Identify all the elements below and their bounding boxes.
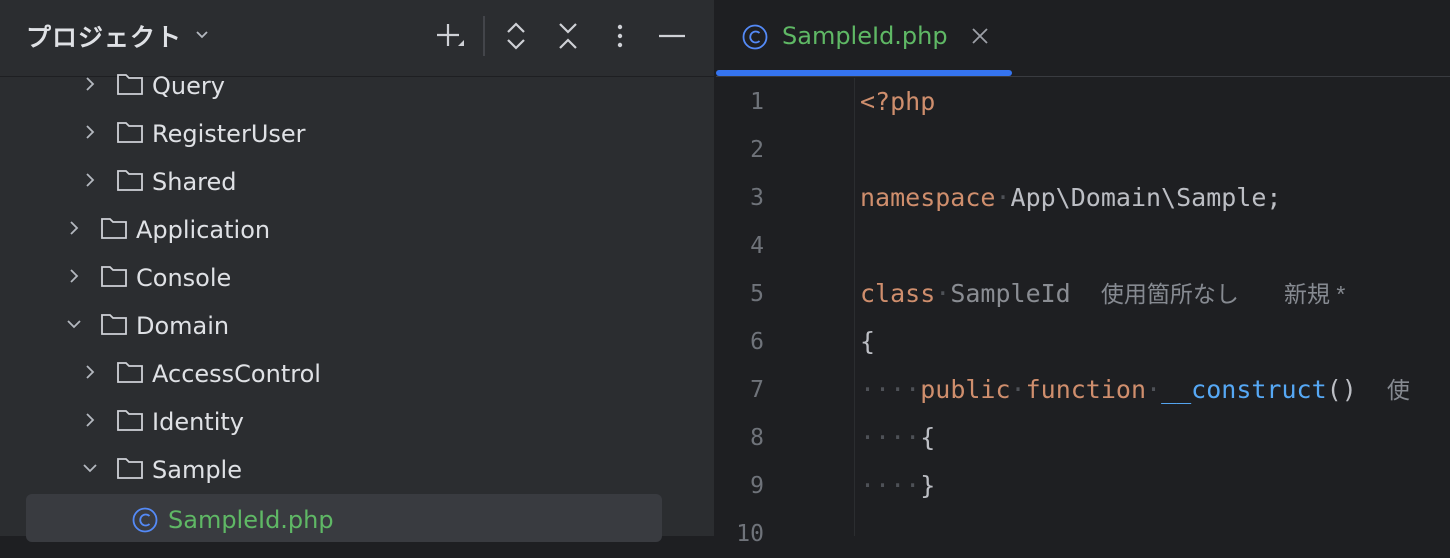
tab-sampleid-php[interactable]: SampleId.php [716, 0, 1012, 76]
folder-icon [101, 266, 127, 287]
chevron-right-icon[interactable] [82, 124, 98, 140]
tree-item-application[interactable]: Application [26, 208, 662, 256]
close-icon[interactable] [970, 26, 990, 46]
chevron-right-icon[interactable] [82, 76, 98, 92]
folder-icon [117, 458, 143, 479]
tree-item-label: SampleId.php [168, 506, 334, 534]
folder-icon [101, 218, 127, 239]
line-number: 10 [736, 521, 764, 547]
chevron-right-icon[interactable] [66, 220, 82, 236]
code-line[interactable]: namespace·App\Domain\Sample; [860, 174, 1281, 222]
chevron-right-icon[interactable] [82, 364, 98, 380]
code-line[interactable]: <?php [860, 78, 935, 126]
tree-item-shared[interactable]: Shared [26, 160, 662, 208]
line-number: 6 [750, 329, 764, 355]
tree-item-label: Console [136, 264, 232, 292]
chevron-right-icon[interactable] [82, 172, 98, 188]
expand-all-icon[interactable] [500, 20, 532, 52]
collapse-all-icon[interactable] [552, 20, 584, 52]
chevron-right-icon[interactable] [66, 268, 82, 284]
folder-icon [117, 170, 143, 191]
toolbar-divider [483, 16, 485, 56]
tree-item-label: Query [152, 72, 225, 100]
project-panel: プロジェクト Query RegisterUser Shared Applica… [0, 0, 714, 542]
folder-icon [117, 74, 143, 95]
tree-item-query[interactable]: Query [26, 64, 662, 112]
tree-item-sampleid-php[interactable]: SampleId.php [26, 494, 662, 542]
tree-item-label: RegisterUser [152, 120, 306, 148]
chevron-down-icon[interactable] [66, 316, 82, 332]
project-title[interactable]: プロジェクト [26, 18, 182, 54]
tree-item-label: Shared [152, 168, 237, 196]
active-tab-indicator [716, 70, 1012, 76]
code-line[interactable]: class·SampleId 使用箇所なし 新規 * [860, 270, 1345, 318]
usage-hint[interactable]: 使 [1387, 377, 1410, 403]
tree-item-label: Domain [136, 312, 230, 340]
folder-icon [101, 314, 127, 335]
tree-item-label: Application [136, 216, 271, 244]
line-number: 5 [750, 281, 764, 307]
tree-item-accesscontrol[interactable]: AccessControl [26, 352, 662, 400]
code-line[interactable]: { [860, 318, 875, 366]
line-number: 2 [750, 137, 764, 163]
tree-item-label: AccessControl [152, 360, 321, 388]
php-class-icon [742, 24, 768, 50]
line-number-gutter: 1 2 3 4 5 6 7 8 9 10 [716, 78, 855, 547]
tree-item-registeruser[interactable]: RegisterUser [26, 112, 662, 160]
tree-item-identity[interactable]: Identity [26, 400, 662, 448]
tree-item-label: Identity [152, 408, 244, 436]
line-number: 4 [750, 233, 764, 259]
line-number: 1 [750, 89, 764, 115]
tab-label: SampleId.php [782, 22, 948, 50]
code-line[interactable]: ····{ [860, 414, 935, 462]
line-number: 7 [750, 377, 764, 403]
line-number: 3 [750, 185, 764, 211]
tree-item-console[interactable]: Console [26, 256, 662, 304]
tree-item-sample[interactable]: Sample [26, 448, 662, 496]
line-number: 8 [750, 425, 764, 451]
tree-item-label: Sample [152, 456, 242, 484]
more-icon[interactable] [604, 20, 636, 52]
minimize-icon[interactable] [656, 20, 688, 52]
php-class-icon [132, 507, 158, 533]
usage-hint[interactable]: 使用箇所なし [1101, 281, 1239, 307]
line-number: 9 [750, 473, 764, 499]
chevron-right-icon[interactable] [82, 412, 98, 428]
code-line[interactable]: ····} [860, 462, 935, 510]
chevron-down-icon[interactable] [82, 460, 98, 476]
author-hint[interactable]: 新規 * [1284, 281, 1345, 307]
code-line[interactable]: ····public·function·__construct() 使 [860, 366, 1410, 414]
folder-icon [117, 362, 143, 383]
editor-tab-bar: SampleId.php [716, 0, 1450, 77]
folder-icon [117, 122, 143, 143]
chevron-down-icon[interactable] [194, 27, 210, 43]
folder-icon [117, 410, 143, 431]
tree-item-domain[interactable]: Domain [26, 304, 662, 352]
new-icon[interactable] [434, 20, 466, 52]
editor-panel: SampleId.php 1 2 3 4 5 6 7 8 9 10 <?php … [716, 0, 1450, 547]
